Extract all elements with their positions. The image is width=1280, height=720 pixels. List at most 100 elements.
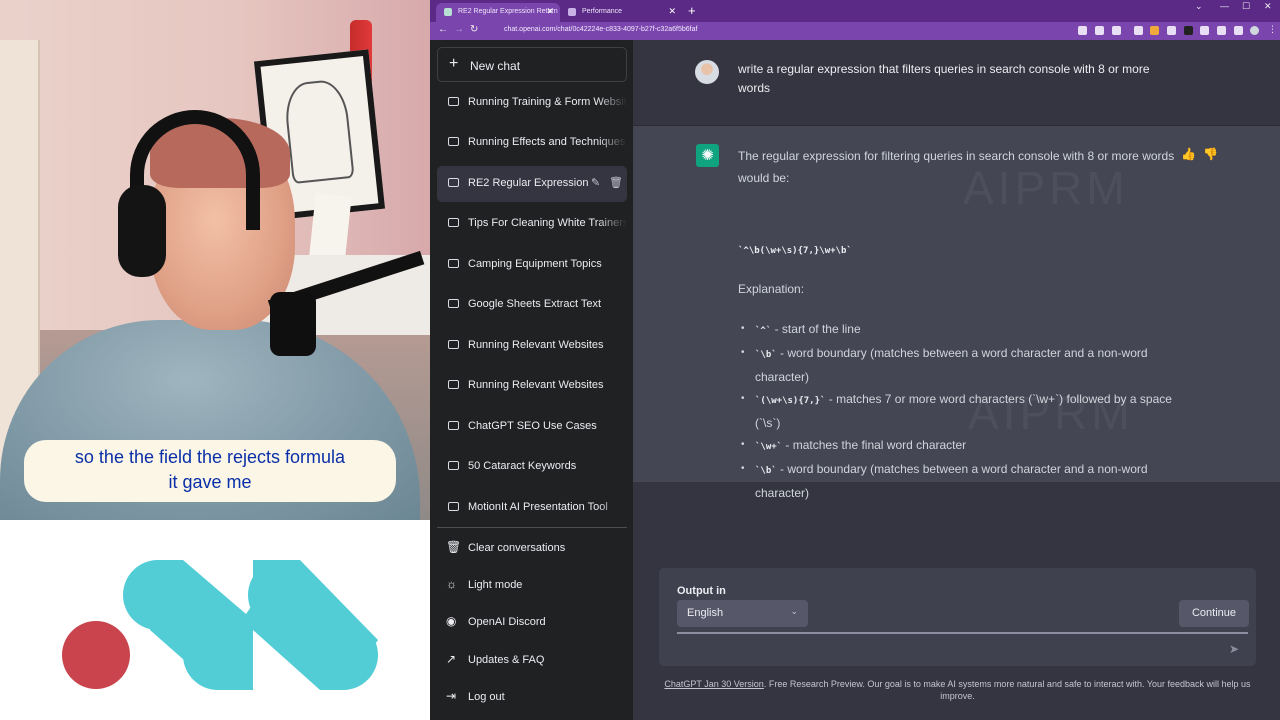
user-message-text: write a regular expression that filters … bbox=[738, 62, 1150, 95]
forward-icon[interactable]: → bbox=[454, 24, 464, 35]
clear-conversations-button[interactable]: 🗑 Clear conversations bbox=[437, 534, 627, 564]
inline-code: `^` bbox=[755, 326, 772, 336]
list-item-text: - word boundary (matches between a word … bbox=[755, 462, 1148, 500]
sidebar-item-conversation[interactable]: Camping Equipment Topics bbox=[437, 247, 627, 283]
menu-icon[interactable]: ⋮ bbox=[1268, 24, 1277, 35]
chat-main: write a regular expression that filters … bbox=[633, 40, 1280, 720]
extension-icon[interactable] bbox=[1200, 26, 1209, 35]
conversation-title: Google Sheets Extract Text bbox=[468, 298, 602, 310]
footer-label: Log out bbox=[468, 691, 505, 703]
light-mode-button[interactable]: ☼ Light mode bbox=[437, 571, 627, 601]
sidebar: + New chat Running Training & Form Websi… bbox=[430, 40, 633, 720]
chat-bubble-icon bbox=[448, 461, 459, 470]
conversation-title: Running Relevant Websites bbox=[468, 379, 604, 391]
sidebar-item-conversation-active[interactable]: RE2 Regular Expression ✎ 🗑 bbox=[437, 166, 627, 202]
brand-logo-panel bbox=[0, 520, 430, 720]
caption-line-2: it gave me bbox=[168, 472, 252, 492]
conversation-title: RE2 Regular Expression bbox=[468, 177, 589, 189]
sidebar-item-conversation[interactable]: ChatGPT SEO Use Cases bbox=[437, 409, 627, 445]
conversation-title: Running Relevant Websites bbox=[468, 339, 604, 351]
extension-icon[interactable] bbox=[1150, 26, 1159, 35]
sidepanel-icon[interactable] bbox=[1234, 26, 1243, 35]
chevron-down-icon: ⌄ bbox=[790, 606, 798, 616]
tab-re2[interactable]: RE2 Regular Expression Return ✕ bbox=[436, 3, 560, 22]
close-window-icon[interactable]: ✕ bbox=[1264, 1, 1272, 12]
share-icon[interactable] bbox=[1095, 26, 1104, 35]
new-chat-label: New chat bbox=[470, 59, 521, 73]
discord-icon: ◉ bbox=[446, 614, 457, 628]
sidebar-item-conversation[interactable]: Google Sheets Extract Text bbox=[437, 287, 627, 323]
logo-cyan-shape bbox=[123, 560, 378, 690]
microphone bbox=[270, 292, 316, 356]
list-item: `^` - start of the line bbox=[741, 318, 1181, 342]
conversation-title: ChatGPT SEO Use Cases bbox=[468, 420, 597, 432]
version-link[interactable]: ChatGPT Jan 30 Version bbox=[664, 679, 763, 689]
performance-favicon-icon bbox=[568, 8, 576, 16]
sidebar-item-conversation[interactable]: Tips For Cleaning White Trainers bbox=[437, 206, 627, 242]
log-out-button[interactable]: ⇥ Log out bbox=[437, 683, 627, 713]
footer-note-text: . Free Research Preview. Our goal is to … bbox=[763, 679, 1251, 701]
address-bar[interactable]: chat.openai.com/chat/0c42224e-c833-4097-… bbox=[490, 24, 1050, 38]
new-tab-icon[interactable]: + bbox=[688, 3, 696, 18]
chat-bubble-icon bbox=[448, 97, 459, 106]
list-item: `\b` - word boundary (matches between a … bbox=[741, 342, 1181, 388]
fade-overlay bbox=[597, 206, 627, 242]
browser-chrome: RE2 Regular Expression Return ✕ Performa… bbox=[430, 0, 1280, 40]
new-chat-button[interactable]: + New chat bbox=[437, 47, 627, 82]
close-tab-icon[interactable]: ✕ bbox=[546, 6, 554, 17]
puzzle-icon[interactable] bbox=[1217, 26, 1226, 35]
sidebar-item-conversation[interactable]: Running Training & Form Website bbox=[437, 85, 627, 121]
chat-bubble-icon bbox=[448, 137, 459, 146]
chat-bubble-icon bbox=[448, 259, 459, 268]
fade-overlay bbox=[597, 125, 627, 161]
zoom-icon[interactable] bbox=[1078, 26, 1087, 35]
trash-icon[interactable]: 🗑 bbox=[609, 176, 623, 189]
thumbs-up-icon[interactable]: 👍 bbox=[1181, 147, 1196, 161]
sidebar-item-conversation[interactable]: Running Effects and Techniques bbox=[437, 125, 627, 161]
prompt-input[interactable] bbox=[677, 632, 1248, 634]
external-link-icon: ↗ bbox=[446, 652, 457, 666]
chat-bubble-icon bbox=[448, 218, 459, 227]
sidebar-item-conversation[interactable]: Running Relevant Websites bbox=[437, 368, 627, 404]
extension-icon[interactable] bbox=[1184, 26, 1193, 35]
extension-icon[interactable] bbox=[1167, 26, 1176, 35]
thumbs-down-icon[interactable]: 👎 bbox=[1203, 147, 1218, 161]
tab-label: RE2 Regular Expression Return bbox=[458, 8, 558, 15]
back-icon[interactable]: ← bbox=[438, 24, 448, 35]
reload-icon[interactable]: ↻ bbox=[470, 24, 478, 35]
close-tab-icon[interactable]: ✕ bbox=[668, 6, 676, 17]
send-icon[interactable]: ➤ bbox=[1229, 642, 1239, 656]
sidebar-item-conversation[interactable]: MotionIt AI Presentation Tool bbox=[437, 490, 627, 526]
chatgpt-favicon-icon bbox=[444, 8, 452, 16]
list-item: `\b` - word boundary (matches between a … bbox=[741, 458, 1181, 504]
maximize-icon[interactable]: ☐ bbox=[1242, 1, 1250, 12]
tab-performance[interactable]: Performance ✕ bbox=[560, 3, 682, 22]
plus-icon: + bbox=[449, 55, 459, 72]
chat-bubble-icon bbox=[448, 178, 459, 187]
sidebar-item-conversation[interactable]: Running Relevant Websites bbox=[437, 328, 627, 364]
output-language-select[interactable]: English ⌄ bbox=[677, 600, 808, 627]
explanation-list: `^` - start of the line `\b` - word boun… bbox=[741, 318, 1181, 504]
minimize-icon[interactable]: — bbox=[1220, 1, 1229, 11]
openai-logo-icon: ✺ bbox=[696, 144, 719, 167]
poster-art bbox=[282, 78, 355, 185]
sidebar-item-conversation[interactable]: 50 Cataract Keywords bbox=[437, 449, 627, 485]
profile-avatar[interactable] bbox=[1250, 26, 1259, 35]
openai-discord-link[interactable]: ◉ OpenAI Discord bbox=[437, 608, 627, 638]
trash-icon: 🗑 bbox=[446, 540, 462, 554]
bookmark-star-icon[interactable] bbox=[1112, 26, 1121, 35]
browser-toolbar: ← → ↻ chat.openai.com/chat/0c42224e-c833… bbox=[430, 22, 1280, 40]
chat-bubble-icon bbox=[448, 299, 459, 308]
tab-search-icon[interactable]: ⌄ bbox=[1195, 1, 1203, 12]
edit-pencil-icon[interactable]: ✎ bbox=[591, 176, 600, 189]
url-text: chat.openai.com/chat/0c42224e-c833-4097-… bbox=[504, 26, 698, 33]
tab-label: Performance bbox=[582, 8, 623, 15]
updates-faq-link[interactable]: ↗ Updates & FAQ bbox=[437, 646, 627, 676]
inline-code: `\b` bbox=[755, 466, 777, 476]
fade-overlay bbox=[597, 85, 627, 121]
extension-icon[interactable] bbox=[1134, 26, 1143, 35]
continue-button[interactable]: Continue bbox=[1179, 600, 1249, 627]
webcam-overlay: so the the field the rejects formula it … bbox=[0, 0, 430, 520]
conversation-title: MotionIt AI Presentation Tool bbox=[468, 501, 608, 513]
tab-strip: RE2 Regular Expression Return ✕ Performa… bbox=[430, 0, 1280, 22]
